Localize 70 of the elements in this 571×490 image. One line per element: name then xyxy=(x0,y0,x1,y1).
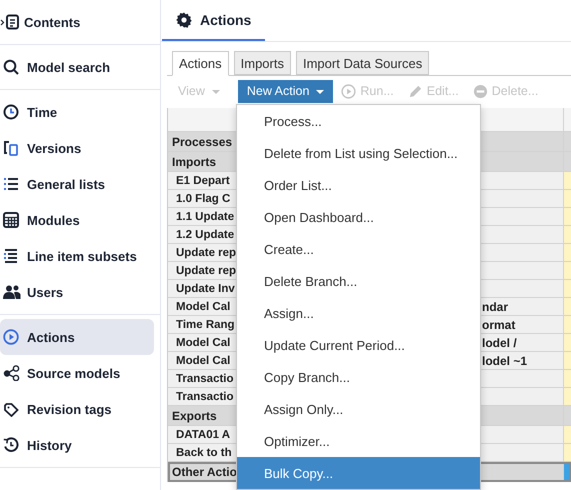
menu-item[interactable]: Assign Only... xyxy=(237,393,480,425)
tab[interactable]: Import Data Sources xyxy=(296,51,430,75)
tab[interactable]: Actions xyxy=(172,51,229,76)
table-cell: lodel ~1 xyxy=(482,354,528,368)
sidebar-item[interactable]: Model search xyxy=(0,49,154,85)
sidebar-item[interactable]: General lists xyxy=(0,166,154,202)
table-cell: ormat xyxy=(482,318,516,332)
table-cell: Update rep xyxy=(176,264,236,276)
sidebar-item[interactable]: Versions xyxy=(0,130,154,166)
menu-item[interactable]: Update Current Period... xyxy=(237,329,480,361)
tag-icon xyxy=(3,401,19,417)
menu-item[interactable]: Order List... xyxy=(237,169,480,201)
pencil-icon xyxy=(408,84,423,98)
table-cell: 1.1 Update xyxy=(176,210,234,222)
table-cell: Model Cal xyxy=(176,354,230,366)
table-cell: Transactio xyxy=(176,390,234,402)
menu-item[interactable]: Copy Branch... xyxy=(237,361,480,393)
tab[interactable]: Imports xyxy=(234,51,291,75)
group-label: Other Actio xyxy=(172,464,237,478)
menu-item[interactable]: Delete Branch... xyxy=(237,265,480,297)
sidebar-item[interactable]: History xyxy=(0,427,154,463)
minus-circle-icon xyxy=(472,84,488,98)
document-icon xyxy=(0,14,22,30)
sidebar-item[interactable]: Actions xyxy=(0,319,154,355)
subset-list-icon xyxy=(3,248,19,264)
group-label: Exports xyxy=(172,408,217,422)
menu-item[interactable]: Open Dashboard... xyxy=(237,201,480,233)
caret-icon xyxy=(212,90,220,94)
table-cell: Update rep xyxy=(176,246,236,258)
table-cell: 1.0 Flag C xyxy=(176,192,230,204)
sidebar-item[interactable]: Revision tags xyxy=(0,391,154,427)
table-grid-icon xyxy=(3,212,19,228)
group-label: Imports xyxy=(172,154,216,168)
play-circle-icon xyxy=(3,329,19,345)
table-cell: ndar xyxy=(482,300,508,314)
menu-item[interactable]: Delete from List using Selection... xyxy=(237,137,480,169)
table-cell: lodel / xyxy=(482,336,517,350)
sidebar-item[interactable]: Modules xyxy=(0,202,154,238)
table-cell: E1 Depart xyxy=(176,174,230,186)
sidebar-item[interactable]: Time xyxy=(0,94,154,130)
menu-item[interactable]: Create... xyxy=(237,233,480,265)
table-cell: DATA01 A xyxy=(176,428,230,440)
new-action-button[interactable]: New Action xyxy=(238,80,334,102)
caret-icon xyxy=(316,90,324,94)
table-cell: 1.2 Update xyxy=(176,228,234,240)
sidebar-item[interactable]: Line item subsets xyxy=(0,238,154,274)
table-cell: Model Cal xyxy=(176,300,230,312)
table-cell: Model Cal xyxy=(176,336,230,348)
sidebar-item[interactable]: Users xyxy=(0,274,154,310)
list-icon xyxy=(3,176,19,192)
settings-icon xyxy=(176,12,192,28)
table-cell: Transactio xyxy=(176,372,234,384)
menu-item[interactable]: Optimizer... xyxy=(237,425,480,457)
connected-nodes-icon xyxy=(3,365,21,381)
table-cell: Update Inv xyxy=(176,282,235,294)
page-tab[interactable]: Actions xyxy=(162,0,266,41)
sidebar-item[interactable]: Contents xyxy=(0,4,154,40)
play-circle-icon xyxy=(341,84,356,98)
users-icon xyxy=(3,284,21,300)
table-cell: Back to th xyxy=(176,446,232,458)
menu-item[interactable]: Assign... xyxy=(237,297,480,329)
group-label: Processes xyxy=(172,134,232,148)
menu-item[interactable]: Bulk Copy... xyxy=(237,457,480,489)
clock-icon xyxy=(3,104,19,120)
history-icon xyxy=(3,437,19,453)
table-cell: Time Rang xyxy=(176,318,235,330)
versions-icon xyxy=(3,140,19,156)
menu-item[interactable]: Process... xyxy=(237,105,480,137)
search-icon xyxy=(3,59,19,75)
sidebar-item[interactable]: Source models xyxy=(0,355,154,391)
